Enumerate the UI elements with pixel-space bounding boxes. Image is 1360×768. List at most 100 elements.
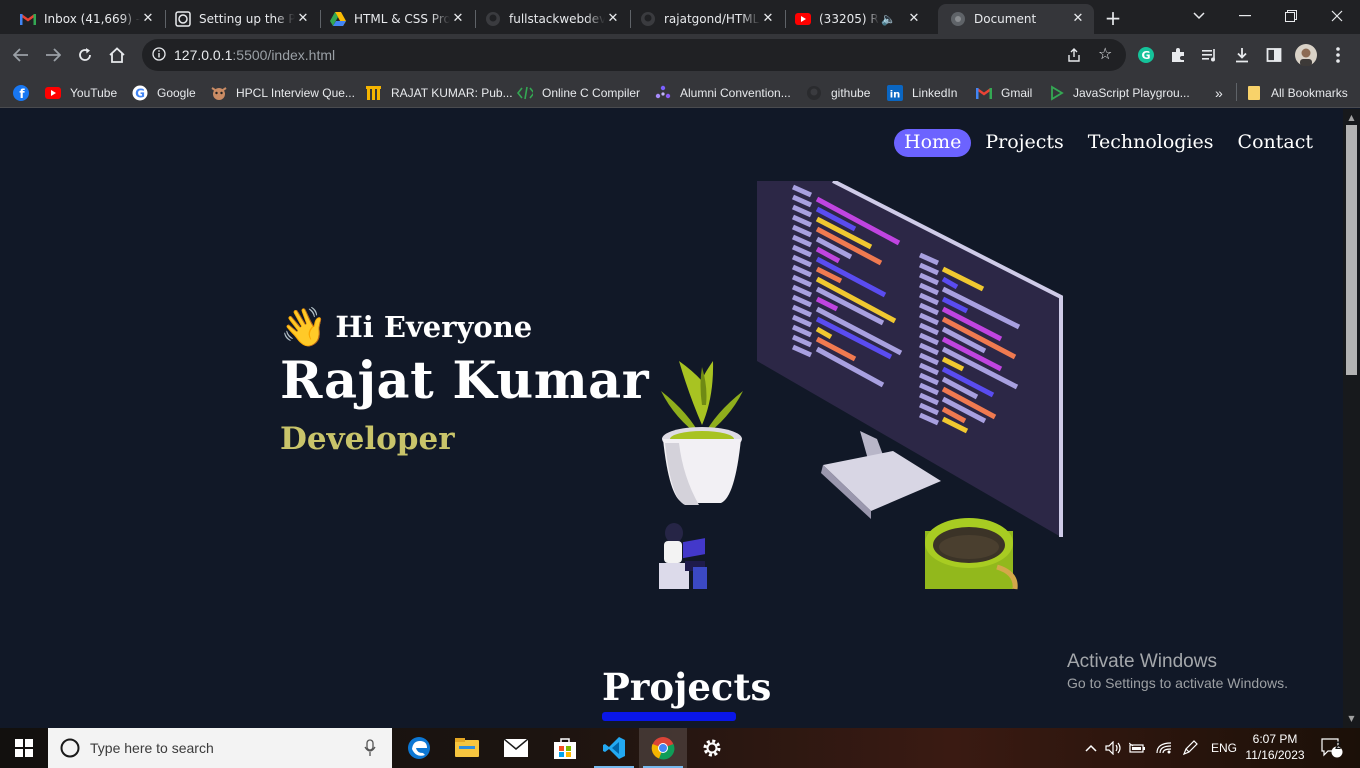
mail-icon [504, 739, 528, 757]
language-indicator[interactable]: ENG [1206, 728, 1242, 768]
bookmark-linkedin[interactable]: in LinkedIn [887, 82, 957, 104]
taskbar-store[interactable] [541, 728, 589, 768]
notifications-button[interactable]: 2 [1312, 728, 1352, 768]
github-icon [485, 11, 501, 27]
coffee-mug-illustration [925, 518, 1018, 590]
nav-projects[interactable]: Projects [975, 129, 1073, 157]
side-panel-icon[interactable] [1261, 42, 1287, 68]
nav-home[interactable]: Home [894, 129, 972, 157]
bookmark-githube[interactable]: githube [806, 82, 870, 104]
volume-icon[interactable] [1104, 728, 1124, 768]
taskbar-edge[interactable] [395, 728, 443, 768]
close-icon[interactable]: ✕ [295, 11, 311, 27]
facebook-icon: f [13, 85, 29, 101]
developer-person-illustration [659, 523, 707, 589]
nav-contact[interactable]: Contact [1228, 129, 1323, 157]
tab-html-css[interactable]: HTML & CSS Pro ✕ [318, 4, 474, 34]
bookmark-google[interactable]: G Google [132, 82, 196, 104]
hero-greeting: 👋 Hi Everyone [280, 305, 649, 349]
close-icon[interactable]: ✕ [906, 11, 922, 27]
google-drive-icon [330, 11, 346, 27]
tab-label: (33205) Ron [819, 12, 879, 26]
tab-youtube[interactable]: (33205) Ron 🔈 ✕ [783, 4, 939, 34]
tab-document-active[interactable]: Document ✕ [938, 4, 1094, 34]
speaker-icon[interactable]: 🔈 [881, 12, 896, 26]
grammarly-icon[interactable]: G [1133, 42, 1159, 68]
info-icon[interactable] [152, 46, 166, 65]
bookmark-facebook[interactable]: f [13, 82, 29, 104]
scroll-down-arrow-icon[interactable]: ▼ [1343, 712, 1360, 726]
close-icon[interactable]: ✕ [760, 11, 776, 27]
taskbar-mail[interactable] [492, 728, 540, 768]
tab-setting-up[interactable]: Setting up the P ✕ [163, 4, 319, 34]
webpage-viewport: Home Projects Technologies Contact 👋 Hi … [0, 109, 1343, 728]
pen-icon[interactable] [1180, 728, 1200, 768]
windows-taskbar: Type here to search ENG 6:07 PM 11/16/20… [0, 728, 1360, 768]
bookmark-alumni-convention[interactable]: Alumni Convention... [655, 82, 791, 104]
bookmark-youtube[interactable]: YouTube [45, 82, 117, 104]
battery-icon[interactable] [1128, 728, 1148, 768]
bookmark-label: LinkedIn [912, 86, 958, 100]
bookmark-hpcl[interactable]: HPCL Interview Que... [211, 82, 355, 104]
wifi-icon[interactable] [1154, 728, 1174, 768]
edge-icon [408, 737, 430, 759]
site-navbar: Home Projects Technologies Contact [894, 129, 1323, 157]
bookmark-label: githube [831, 86, 871, 100]
close-icon[interactable]: ✕ [1070, 11, 1086, 27]
show-hidden-icons-chevron-icon[interactable] [1082, 728, 1100, 768]
profile-avatar[interactable] [1293, 42, 1319, 68]
taskbar-clock[interactable]: 6:07 PM 11/16/2023 [1244, 731, 1306, 763]
taskbar-settings[interactable] [688, 728, 736, 768]
projects-heading-underline [602, 712, 736, 721]
monitor-illustration [757, 181, 1063, 537]
tab-gmail-inbox[interactable]: Inbox (41,669) - ✕ [8, 4, 164, 34]
back-arrow-icon[interactable] [8, 42, 34, 68]
tab-search-chevron-icon[interactable] [1176, 0, 1222, 32]
media-control-icon[interactable] [1197, 42, 1223, 68]
taskbar-vscode[interactable] [590, 728, 638, 768]
microphone-icon[interactable] [364, 739, 376, 757]
download-icon[interactable] [1229, 42, 1255, 68]
taskbar-chrome[interactable] [639, 728, 687, 768]
bookmark-gmail[interactable]: Gmail [976, 82, 1032, 104]
address-bar[interactable]: 127.0.0.1:5500/index.html ☆ [142, 39, 1126, 71]
taskbar-file-explorer[interactable] [443, 728, 491, 768]
youtube-icon [45, 85, 61, 101]
bookmark-javascript-playground[interactable]: JavaScript Playgrou... [1048, 82, 1190, 104]
restore-icon[interactable] [1268, 0, 1314, 32]
scroll-thumb[interactable] [1346, 125, 1357, 375]
bookmark-online-c-compiler[interactable]: Online C Compiler [517, 82, 640, 104]
hero-text-block: 👋 Hi Everyone Rajat Kumar Developer [280, 305, 649, 458]
plant-pot-illustration [661, 361, 743, 505]
tab-rajatgond[interactable]: rajatgond/HTML ✕ [628, 4, 784, 34]
start-button[interactable] [0, 728, 48, 768]
close-icon[interactable]: ✕ [140, 11, 156, 27]
scroll-up-arrow-icon[interactable]: ▲ [1343, 111, 1360, 125]
share-icon[interactable] [1066, 47, 1082, 67]
taskbar-search-box[interactable]: Type here to search [48, 728, 392, 768]
kebab-menu-icon[interactable] [1325, 42, 1351, 68]
tab-label: fullstackwebdev [509, 12, 605, 26]
reload-icon[interactable] [72, 42, 98, 68]
bookmark-star-icon[interactable]: ☆ [1098, 46, 1112, 62]
close-icon[interactable]: ✕ [450, 11, 466, 27]
close-icon[interactable]: ✕ [605, 11, 621, 27]
vscode-icon [603, 737, 625, 759]
page-scrollbar[interactable]: ▲ ▼ [1343, 109, 1360, 728]
bookmark-rajat-kumar[interactable]: RAJAT KUMAR: Pub... [366, 82, 513, 104]
bookmark-label: Alumni Convention... [680, 86, 791, 100]
gmail-icon [976, 85, 992, 101]
close-window-icon[interactable] [1314, 0, 1360, 32]
minimize-icon[interactable] [1222, 0, 1268, 32]
home-icon[interactable] [104, 42, 130, 68]
new-tab-button[interactable]: + [1099, 5, 1127, 31]
forward-arrow-icon[interactable] [40, 42, 66, 68]
all-bookmarks-folder[interactable]: All Bookmarks [1246, 82, 1348, 104]
extensions-puzzle-icon[interactable] [1165, 42, 1191, 68]
play-icon [1048, 85, 1064, 101]
nav-technologies[interactable]: Technologies [1078, 129, 1224, 157]
bookmarks-bar: f YouTube G Google HPCL Interview Que...… [0, 76, 1360, 108]
bookmarks-overflow-chevron-icon[interactable]: » [1215, 82, 1223, 104]
tab-fullstack[interactable]: fullstackwebdev ✕ [473, 4, 629, 34]
browser-toolbar: 127.0.0.1:5500/index.html ☆ G [0, 34, 1360, 76]
